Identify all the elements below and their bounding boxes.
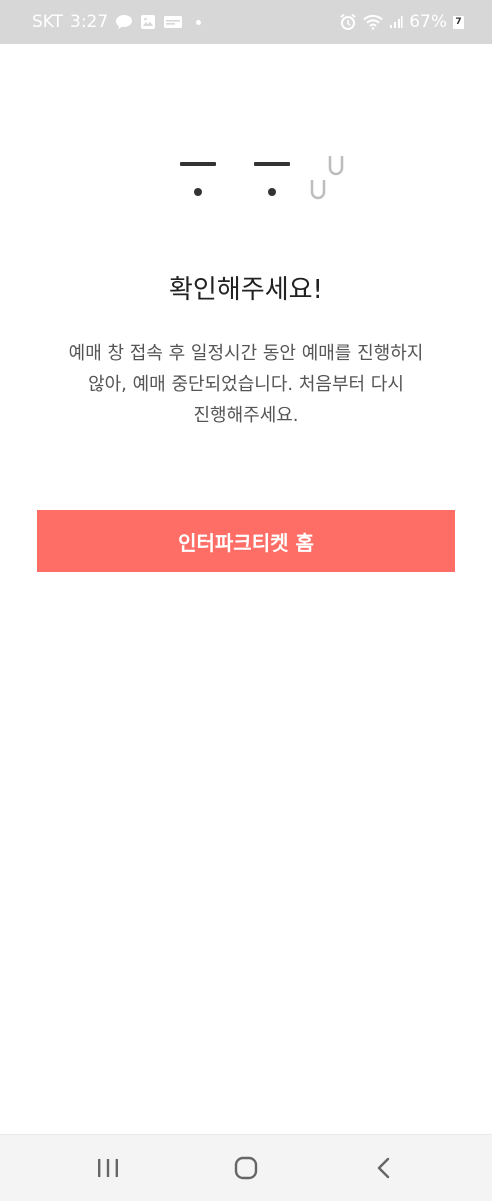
right-eyebrow — [254, 162, 290, 166]
battery-icon: 7 — [453, 15, 464, 29]
left-eyebrow — [180, 162, 216, 166]
status-bar: SKT 3:27 67% 7 — [0, 0, 492, 44]
status-bar-right: 67% 7 — [339, 0, 464, 44]
notice-title: 확인해주세요! — [169, 275, 323, 305]
home-nav-button[interactable] — [206, 1135, 286, 1201]
carrier-label: SKT — [32, 12, 64, 32]
notification-dot-icon — [196, 19, 202, 25]
navigation-bar — [0, 1134, 492, 1201]
home-icon — [234, 1156, 258, 1180]
right-eye — [268, 188, 276, 196]
status-bar-left: SKT 3:27 — [32, 0, 202, 44]
recent-apps-button[interactable] — [68, 1135, 148, 1201]
recent-apps-icon — [98, 1159, 118, 1177]
tear-drop-small — [310, 180, 326, 200]
alarm-icon — [339, 13, 357, 31]
interpark-ticket-home-button[interactable]: 인터파크티켓 홈 — [37, 510, 455, 572]
wifi-icon — [363, 14, 383, 30]
battery-percent-label: 67% — [409, 12, 447, 32]
notice-message-line: 진행해주세요. — [193, 405, 299, 426]
back-nav-button[interactable] — [344, 1135, 424, 1201]
card-icon — [163, 15, 183, 29]
tear-drop-large — [328, 156, 344, 176]
notice-message-line: 않아, 예매 중단되었습니다. 처음부터 다시 — [88, 374, 404, 395]
notice-message: 예매 창 접속 후 일정시간 동안 예매를 진행하지 않아, 예매 중단되었습니… — [36, 338, 456, 431]
chat-bubble-icon — [115, 14, 133, 30]
back-icon — [377, 1157, 390, 1179]
sad-emoticon-icon — [176, 150, 352, 206]
left-eye — [194, 188, 202, 196]
gallery-icon — [140, 14, 156, 30]
signal-icon — [389, 15, 403, 29]
notice-message-line: 예매 창 접속 후 일정시간 동안 예매를 진행하지 — [68, 343, 424, 364]
clock-label: 3:27 — [70, 12, 109, 32]
